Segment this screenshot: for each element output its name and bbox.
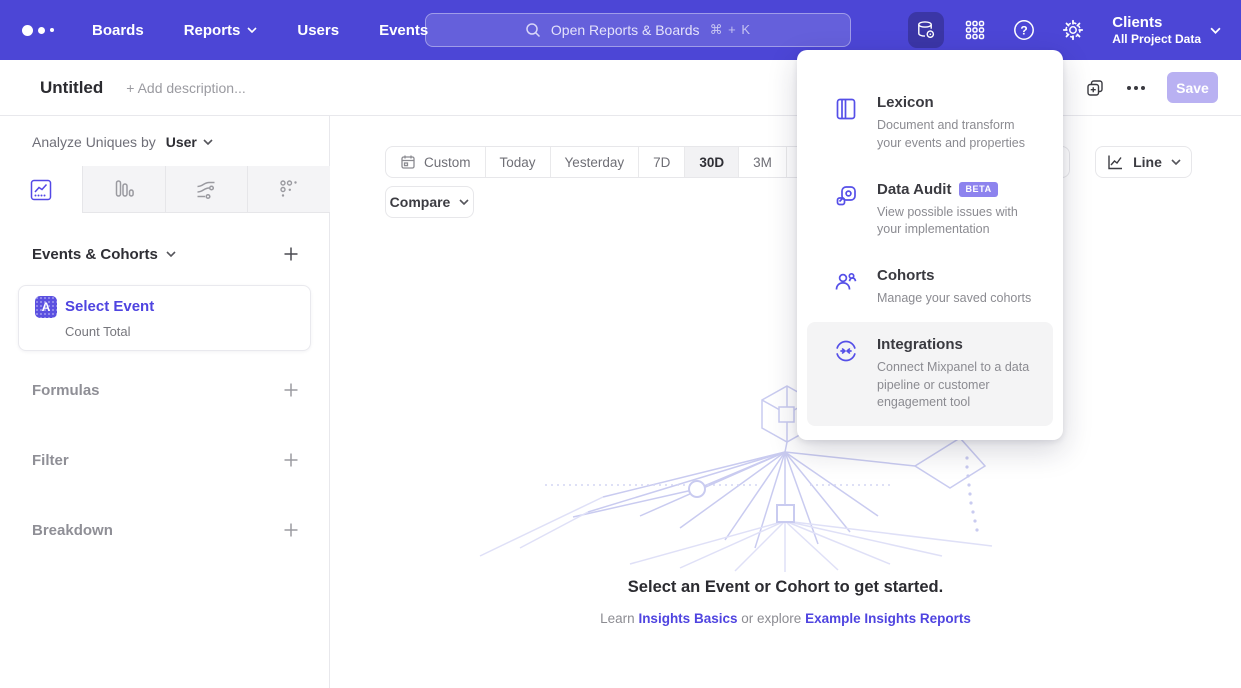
beta-badge: BETA xyxy=(959,182,997,197)
chevron-down-icon xyxy=(1210,27,1221,34)
mixpanel-logo-icon[interactable] xyxy=(22,25,54,36)
empty-state: Select an Event or Cohort to get started… xyxy=(330,578,1241,626)
svg-text:?: ? xyxy=(1021,23,1028,37)
help-icon: ? xyxy=(1012,18,1036,42)
formulas-label: Formulas xyxy=(32,382,100,399)
chart-style-dropdown[interactable]: Line xyxy=(1095,146,1192,178)
data-management-menu: Lexicon Document and transform your even… xyxy=(797,50,1063,440)
analyze-entity-dropdown[interactable]: User xyxy=(166,134,213,150)
empty-state-links: Learn Insights Basics or explore Example… xyxy=(330,611,1241,626)
nav-item-boards[interactable]: Boards xyxy=(92,22,144,39)
add-event-button[interactable] xyxy=(281,244,301,264)
count-total-dropdown[interactable]: Count Total xyxy=(65,324,131,339)
search-shortcut: ⌘ + K xyxy=(710,22,752,38)
search-icon xyxy=(525,22,541,38)
menu-item-integrations[interactable]: Integrations Connect Mixpanel to a data … xyxy=(807,322,1053,426)
cohorts-people-icon xyxy=(833,267,859,308)
data-management-button[interactable] xyxy=(908,12,944,48)
data-audit-magnifier-icon xyxy=(833,181,859,240)
add-description-field[interactable]: + Add description... xyxy=(126,80,245,96)
tab-line-chart[interactable] xyxy=(0,166,83,213)
more-options-icon[interactable] xyxy=(1127,86,1145,90)
event-series-badge: A xyxy=(35,296,57,318)
project-switcher[interactable]: Clients All Project Data xyxy=(1112,14,1221,47)
add-breakdown-button[interactable] xyxy=(281,520,301,540)
formulas-section: Formulas xyxy=(32,380,301,400)
app-window: Boards Reports Users Events Open Reports… xyxy=(0,0,1241,688)
bar-chart-icon xyxy=(112,177,136,201)
tab-bar-chart[interactable] xyxy=(83,166,166,213)
analyze-row: Analyze Uniques by User xyxy=(32,134,213,150)
events-section-header: Events & Cohorts xyxy=(32,244,301,264)
metrics-grid-icon xyxy=(277,177,301,201)
menu-item-data-audit[interactable]: Data Audit BETA View possible issues wit… xyxy=(807,167,1053,254)
menu-item-lexicon[interactable]: Lexicon Document and transform your even… xyxy=(807,80,1053,167)
nav-item-users[interactable]: Users xyxy=(297,22,339,39)
line-style-icon xyxy=(1106,153,1124,171)
database-gear-icon xyxy=(915,19,937,41)
chevron-down-icon xyxy=(166,251,176,257)
integrations-sync-icon xyxy=(833,336,859,412)
plus-icon xyxy=(283,452,299,468)
chevron-down-icon xyxy=(459,199,469,205)
calendar-icon xyxy=(400,154,416,170)
analyze-label: Analyze Uniques by xyxy=(32,134,156,150)
date-range-3m[interactable]: 3M xyxy=(738,147,786,177)
project-name: Clients xyxy=(1112,14,1201,32)
add-filter-button[interactable] xyxy=(281,450,301,470)
lexicon-book-icon xyxy=(833,94,859,153)
event-selector-card[interactable]: A Select Event Count Total xyxy=(18,285,311,351)
settings-button[interactable] xyxy=(1055,12,1091,48)
tab-flow-chart[interactable] xyxy=(166,166,249,213)
chevron-down-icon xyxy=(203,139,213,145)
insights-basics-link[interactable]: Insights Basics xyxy=(638,611,737,626)
plus-icon xyxy=(283,246,299,262)
example-reports-link[interactable]: Example Insights Reports xyxy=(805,611,971,626)
events-section-label[interactable]: Events & Cohorts xyxy=(32,246,176,263)
compare-dropdown[interactable]: Compare xyxy=(385,186,474,218)
nav-item-reports[interactable]: Reports xyxy=(184,22,258,39)
filter-label: Filter xyxy=(32,452,69,469)
chevron-down-icon xyxy=(247,27,257,33)
date-range-today[interactable]: Today xyxy=(485,147,550,177)
chevron-down-icon xyxy=(1171,159,1181,165)
global-search-input[interactable]: Open Reports & Boards ⌘ + K xyxy=(425,13,851,47)
chart-canvas: Custom Today Yesterday 7D 30D 3M 6M Comp… xyxy=(330,116,1241,688)
nav-item-events[interactable]: Events xyxy=(379,22,428,39)
date-range-custom[interactable]: Custom xyxy=(386,147,485,177)
date-range-picker: Custom Today Yesterday 7D 30D 3M 6M xyxy=(385,146,835,178)
report-title[interactable]: Untitled xyxy=(40,78,103,98)
empty-state-title: Select an Event or Cohort to get started… xyxy=(330,578,1241,597)
breakdown-label: Breakdown xyxy=(32,522,113,539)
breakdown-section: Breakdown xyxy=(32,520,301,540)
date-range-yesterday[interactable]: Yesterday xyxy=(550,147,639,177)
date-range-30d[interactable]: 30D xyxy=(684,147,738,177)
project-scope: All Project Data xyxy=(1112,32,1201,47)
chart-type-tabs xyxy=(0,166,330,213)
menu-item-cohorts[interactable]: Cohorts Manage your saved cohorts xyxy=(807,253,1053,322)
flow-chart-icon xyxy=(194,177,218,201)
filter-section: Filter xyxy=(32,450,301,470)
plus-icon xyxy=(283,522,299,538)
gear-icon xyxy=(1061,18,1085,42)
search-placeholder: Open Reports & Boards xyxy=(551,22,700,38)
apps-grid-icon xyxy=(963,18,987,42)
nav-links: Boards Reports Users Events xyxy=(92,22,428,39)
select-event-label: Select Event xyxy=(65,298,154,315)
date-range-7d[interactable]: 7D xyxy=(638,147,684,177)
plus-icon xyxy=(283,382,299,398)
query-builder-sidebar: Analyze Uniques by User xyxy=(0,116,330,688)
save-button[interactable]: Save xyxy=(1167,72,1218,103)
tab-metrics-grid[interactable] xyxy=(248,166,330,213)
line-chart-icon xyxy=(29,178,53,202)
apps-grid-button[interactable] xyxy=(957,12,993,48)
header-actions: Save xyxy=(1085,72,1218,103)
add-formula-button[interactable] xyxy=(281,380,301,400)
help-button[interactable]: ? xyxy=(1006,12,1042,48)
duplicate-report-icon[interactable] xyxy=(1085,78,1105,98)
